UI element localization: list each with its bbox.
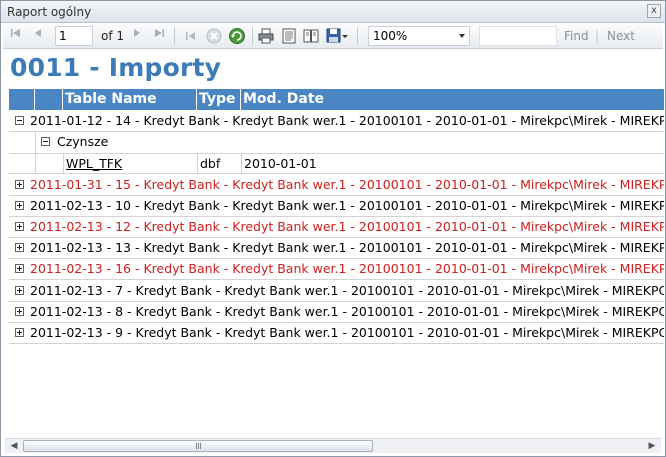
toolbar-separator bbox=[357, 27, 358, 45]
mod-date-cell: 2010-01-01 bbox=[241, 154, 664, 175]
column-header-mod-date[interactable]: Mod. Date bbox=[241, 89, 664, 110]
group-row[interactable]: 2011-01-31 - 15 - Kredyt Bank - Kredyt B… bbox=[9, 175, 664, 196]
group-row-label: 2011-02-13 - 7 - Kredyt Bank - Kredyt Ba… bbox=[30, 282, 664, 298]
group-row[interactable]: 2011-01-12 - 14 - Kredyt Bank - Kredyt B… bbox=[9, 111, 664, 132]
group-row[interactable]: 2011-02-13 - 7 - Kredyt Bank - Kredyt Ba… bbox=[9, 281, 664, 302]
refresh-icon[interactable] bbox=[228, 27, 246, 45]
window-title: Raport ogólny bbox=[7, 5, 92, 19]
prev-page-icon[interactable] bbox=[30, 27, 46, 45]
group-row[interactable]: 2011-02-13 - 8 - Kredyt Bank - Kredyt Ba… bbox=[9, 302, 664, 323]
expand-icon[interactable] bbox=[15, 264, 24, 274]
indent-cell bbox=[35, 154, 63, 175]
table-row: WPL_TFK dbf 2010-01-01 bbox=[9, 153, 664, 175]
expand-icon[interactable] bbox=[15, 328, 24, 337]
page-number-input[interactable] bbox=[55, 26, 93, 46]
scroll-right-icon[interactable]: ▶ bbox=[646, 441, 658, 452]
grip-icon bbox=[196, 443, 202, 449]
last-page-icon[interactable] bbox=[151, 27, 167, 45]
group-row[interactable]: 2011-02-13 - 13 - Kredyt Bank - Kredyt B… bbox=[9, 238, 664, 260]
chevron-down-icon bbox=[459, 34, 465, 38]
find-input[interactable] bbox=[479, 26, 557, 46]
zoom-select[interactable]: 100% bbox=[368, 26, 470, 46]
expand-icon[interactable] bbox=[15, 222, 24, 231]
collapse-icon[interactable] bbox=[41, 137, 50, 147]
type-cell: dbf bbox=[197, 154, 241, 175]
find-separator: | bbox=[595, 29, 600, 43]
group-row[interactable]: 2011-02-13 - 12 - Kredyt Bank - Kredyt B… bbox=[9, 217, 664, 238]
table-name-cell[interactable]: WPL_TFK bbox=[63, 154, 197, 175]
report-viewer-window: Raport ogólny x of 1 bbox=[0, 0, 666, 457]
group-row[interactable]: 2011-02-13 - 9 - Kredyt Bank - Kredyt Ba… bbox=[9, 323, 664, 344]
group-row[interactable]: 2011-02-13 - 10 - Kredyt Bank - Kredyt B… bbox=[9, 196, 664, 217]
page-setup-icon[interactable] bbox=[302, 27, 320, 45]
print-layout-icon[interactable] bbox=[280, 27, 298, 45]
group-row-label: 2011-01-12 - 14 - Kredyt Bank - Kredyt B… bbox=[30, 113, 664, 128]
scroll-left-icon[interactable]: ◀ bbox=[8, 441, 20, 452]
expand-icon[interactable] bbox=[15, 243, 24, 253]
horizontal-scrollbar[interactable]: ◀ ▶ bbox=[5, 438, 661, 453]
next-page-icon[interactable] bbox=[129, 27, 145, 45]
table-header: Table Name Type Mod. Date bbox=[9, 89, 664, 110]
export-icon[interactable] bbox=[325, 27, 348, 45]
report-title: 0011 - Importy bbox=[10, 53, 222, 82]
expand-icon[interactable] bbox=[15, 306, 24, 316]
toolbar-separator bbox=[252, 27, 253, 45]
back-icon[interactable] bbox=[182, 27, 200, 45]
find-button[interactable]: Find bbox=[564, 27, 589, 45]
report-toolbar: of 1 100% bbox=[3, 24, 663, 49]
column-header-type[interactable]: Type bbox=[197, 89, 241, 110]
title-bar: Raport ogólny x bbox=[1, 1, 665, 23]
print-icon[interactable] bbox=[257, 27, 275, 45]
expand-icon[interactable] bbox=[15, 285, 24, 295]
collapse-icon[interactable] bbox=[15, 116, 24, 125]
header-spacer bbox=[9, 89, 35, 110]
group-row[interactable]: 2011-02-13 - 16 - Kredyt Bank - Kredyt B… bbox=[9, 259, 664, 281]
page-count-label: of 1 bbox=[101, 29, 125, 43]
group-row-label: 2011-02-13 - 9 - Kredyt Bank - Kredyt Ba… bbox=[30, 325, 664, 340]
toolbar-separator bbox=[174, 27, 175, 45]
stop-icon[interactable] bbox=[205, 27, 223, 45]
header-spacer bbox=[35, 89, 63, 110]
group-row-label: 2011-02-13 - 16 - Kredyt Bank - Kredyt B… bbox=[30, 261, 664, 277]
close-icon[interactable]: x bbox=[647, 4, 661, 18]
group-row-label: 2011-02-13 - 12 - Kredyt Bank - Kredyt B… bbox=[30, 219, 664, 234]
group-row-label: 2011-02-13 - 8 - Kredyt Bank - Kredyt Ba… bbox=[30, 303, 664, 319]
group-row-label: 2011-02-13 - 10 - Kredyt Bank - Kredyt B… bbox=[30, 197, 664, 213]
zoom-value: 100% bbox=[373, 29, 408, 43]
expand-icon[interactable] bbox=[15, 200, 24, 210]
first-page-icon[interactable] bbox=[8, 27, 24, 45]
group-row-label: 2011-01-31 - 15 - Kredyt Bank - Kredyt B… bbox=[30, 176, 664, 192]
scrollbar-thumb[interactable] bbox=[23, 440, 373, 452]
group-row-label: 2011-02-13 - 13 - Kredyt Bank - Kredyt B… bbox=[30, 240, 664, 256]
subgroup-label: Czynsze bbox=[57, 134, 109, 150]
column-header-table-name[interactable]: Table Name bbox=[63, 89, 197, 110]
find-next-button[interactable]: Next bbox=[607, 27, 635, 45]
indent-line bbox=[35, 132, 36, 154]
subgroup-row[interactable]: Czynsze bbox=[9, 132, 664, 154]
expand-icon[interactable] bbox=[15, 179, 24, 189]
